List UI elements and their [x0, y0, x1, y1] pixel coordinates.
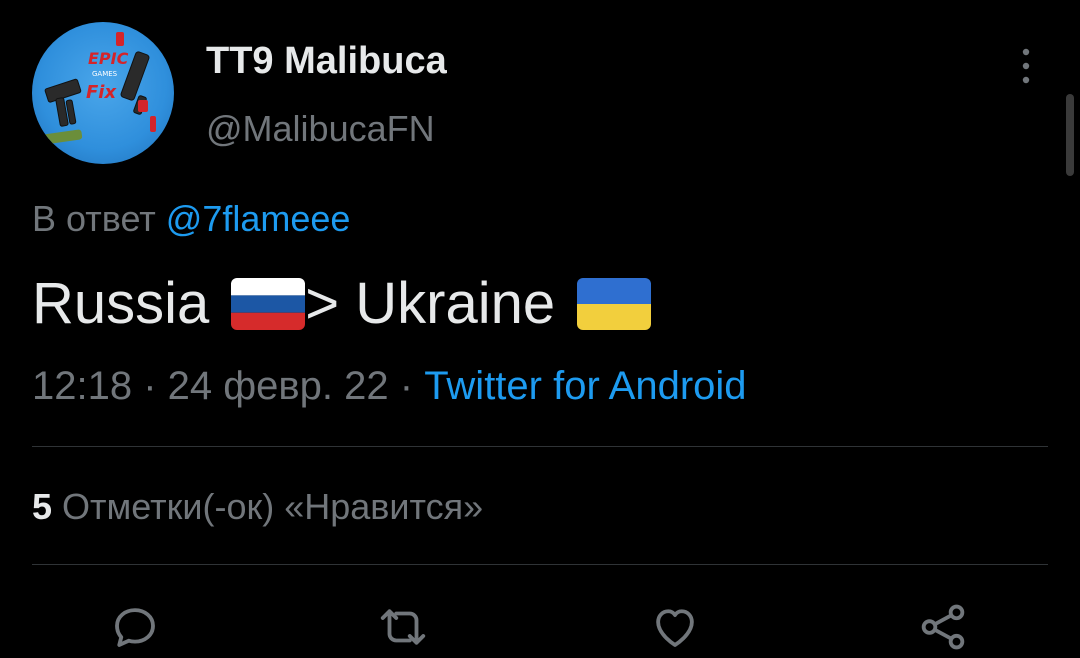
likes-stat[interactable]: 5 Отметки(-ок) «Нравится» — [32, 486, 483, 528]
russia-flag-icon — [231, 277, 306, 330]
reply-button[interactable] — [106, 598, 164, 656]
divider — [32, 564, 1048, 565]
share-icon — [921, 604, 965, 650]
likes-count: 5 — [32, 486, 53, 527]
reply-context: В ответ @7flameee — [32, 198, 350, 240]
avatar-image: EPIC GAMES Fix — [41, 32, 156, 145]
retweet-icon — [380, 609, 426, 645]
more-options-icon[interactable] — [1014, 46, 1038, 86]
meta-separator: · — [388, 364, 425, 408]
tweet-time[interactable]: 12:18 — [32, 364, 132, 408]
scrollbar-thumb[interactable] — [1066, 94, 1074, 176]
ukraine-flag-icon — [577, 277, 652, 330]
avatar-text-top: EPIC — [88, 49, 129, 68]
reply-mention-link[interactable]: @7flameee — [166, 198, 351, 239]
tweet-meta: 12:18 · 24 февр. 22 · Twitter for Androi… — [32, 364, 747, 409]
tweet-text: Russia > Ukraine — [32, 270, 652, 337]
author-handle[interactable]: @MalibucaFN — [206, 108, 435, 150]
like-icon — [656, 609, 694, 647]
reply-prefix: В ответ — [32, 198, 156, 239]
avatar[interactable]: EPIC GAMES Fix — [32, 22, 174, 164]
author-display-name[interactable]: TT9 Malibuca — [206, 40, 447, 83]
divider — [32, 446, 1048, 447]
share-button[interactable] — [914, 598, 972, 656]
likes-label: Отметки(-ок) «Нравится» — [62, 486, 484, 527]
retweet-button[interactable] — [374, 598, 432, 656]
tweet-date[interactable]: 24 февр. 22 — [168, 364, 389, 408]
reply-icon — [115, 608, 155, 647]
tweet-source-link[interactable]: Twitter for Android — [424, 364, 746, 408]
meta-separator: · — [132, 364, 168, 408]
tweet-text-part2: > Ukraine — [305, 271, 556, 336]
avatar-text-mid: GAMES — [92, 70, 118, 78]
tweet-text-part1: Russia — [32, 271, 210, 336]
avatar-text-bottom: Fix — [86, 82, 117, 103]
like-button[interactable] — [646, 598, 704, 656]
